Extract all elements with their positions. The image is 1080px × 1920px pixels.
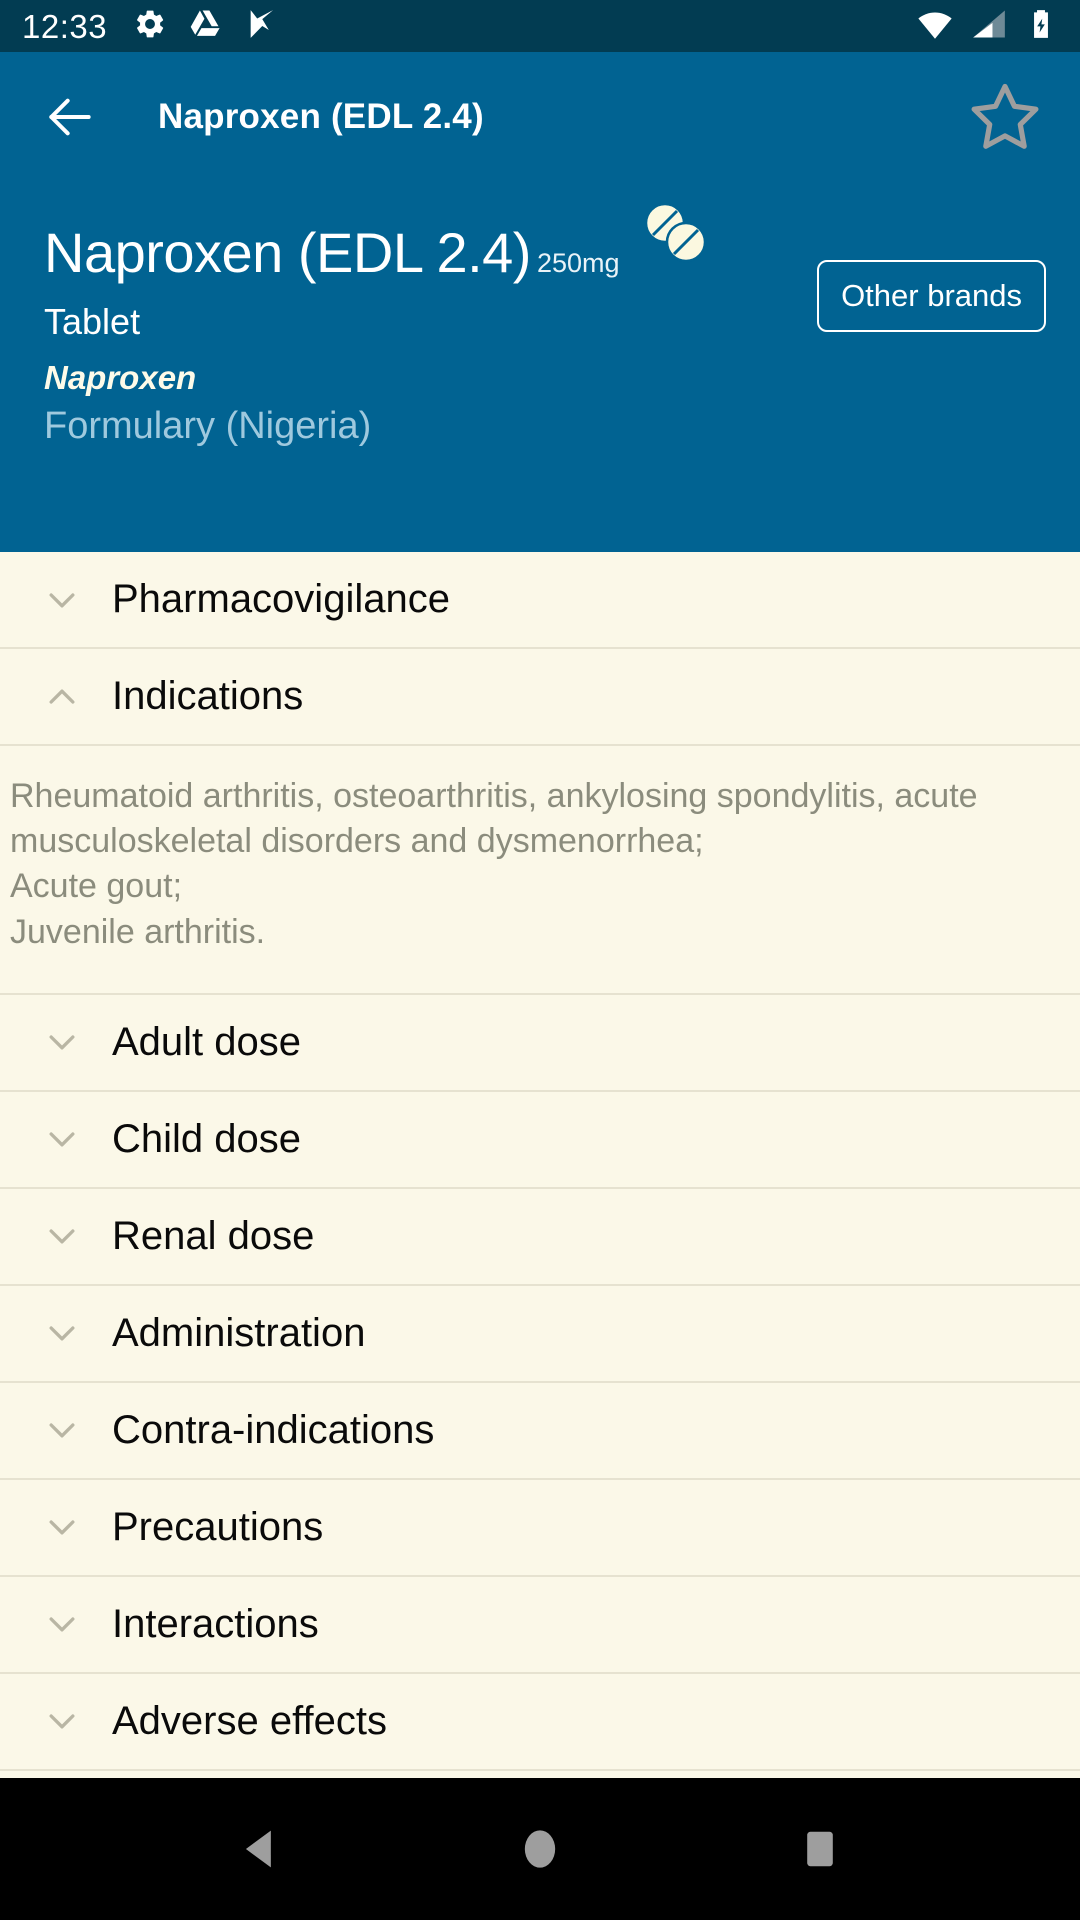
other-brands-button[interactable]: Other brands — [817, 260, 1046, 332]
chevron-down-icon — [34, 580, 90, 620]
chevron-down-icon — [34, 1410, 90, 1450]
battery-charging-icon — [1024, 7, 1058, 46]
gear-icon — [133, 7, 167, 46]
chevron-down-icon — [34, 1701, 90, 1741]
generic-name: Naproxen — [44, 358, 197, 396]
app-bar: Naproxen (EDL 2.4) — [0, 52, 1080, 182]
drug-strength: 250mg — [536, 248, 620, 278]
section-label: Precautions — [112, 1504, 324, 1549]
chevron-down-icon — [34, 1022, 90, 1062]
section-row-indications[interactable]: Indications — [0, 649, 1080, 746]
google-drive-icon — [189, 7, 223, 46]
tasks-check-icon — [245, 7, 279, 46]
section-label: Indications — [112, 674, 304, 718]
two-tablets-icon — [640, 202, 710, 269]
section-label: Adverse effects — [112, 1698, 387, 1743]
section-row-pharmacovigilance[interactable]: Pharmacovigilance — [0, 552, 1080, 649]
section-row-child-dose[interactable]: Child dose — [0, 1091, 1080, 1189]
chevron-down-icon — [34, 1604, 90, 1644]
nav-home-circle-icon[interactable] — [485, 1794, 595, 1904]
chevron-down-icon — [34, 1507, 90, 1547]
section-label: Adult dose — [112, 1019, 302, 1064]
section-row-interactions[interactable]: Interactions — [0, 1576, 1080, 1674]
wifi-icon — [916, 5, 954, 48]
section-label: Administration — [112, 1310, 366, 1355]
section-row-adult-dose[interactable]: Adult dose — [0, 994, 1080, 1092]
nav-back-triangle-icon[interactable] — [205, 1794, 315, 1904]
drug-header-panel: Naproxen (EDL 2.4) 250mg Tablet Naproxen… — [0, 182, 1080, 552]
section-row-renal-dose[interactable]: Renal dose — [0, 1188, 1080, 1286]
back-button[interactable] — [34, 81, 106, 153]
formulary-name: Formulary (Nigeria) — [44, 404, 372, 447]
android-navigation-bar — [0, 1778, 1080, 1920]
nav-recents-square-icon[interactable] — [765, 1794, 875, 1904]
status-bar: 12:33 — [0, 0, 1080, 52]
section-label: Renal dose — [112, 1213, 315, 1258]
drug-sections-list[interactable]: Pharmacovigilance Indications Rheumatoid a… — [0, 552, 1080, 1778]
section-label: Child dose — [112, 1116, 302, 1161]
phone-screen: 12:33 Naproxen (EDL 2.4) Naproxen (EDL 2… — [0, 0, 1080, 1920]
section-row-adverse-effects[interactable]: Adverse effects — [0, 1673, 1080, 1771]
section-body-text: Rheumatoid arthritis, osteoarthritis, an… — [10, 777, 978, 951]
chevron-down-icon — [34, 1119, 90, 1159]
section-row-precautions[interactable]: Precautions — [0, 1479, 1080, 1577]
status-bar-notification-icons — [133, 7, 279, 46]
status-bar-system-icons — [916, 5, 1058, 48]
section-label: Interactions — [112, 1601, 319, 1646]
chevron-down-icon — [34, 1216, 90, 1256]
favorite-star-button[interactable] — [962, 74, 1048, 160]
status-bar-clock: 12:33 — [22, 7, 108, 45]
drug-name: Naproxen (EDL 2.4) — [44, 221, 531, 284]
chevron-up-icon — [34, 677, 90, 717]
chevron-down-icon — [34, 1313, 90, 1353]
section-body: Rheumatoid arthritis, osteoarthritis, an… — [0, 746, 1080, 995]
section-row-contra-indications[interactable]: Contra-indications — [0, 1382, 1080, 1480]
section-label: Pharmacovigilance — [112, 577, 450, 621]
section-label: Contra-indications — [112, 1407, 435, 1452]
page-title: Naproxen (EDL 2.4) — [158, 97, 484, 136]
section-row-administration[interactable]: Administration — [0, 1285, 1080, 1383]
cellular-signal-icon — [970, 5, 1008, 48]
